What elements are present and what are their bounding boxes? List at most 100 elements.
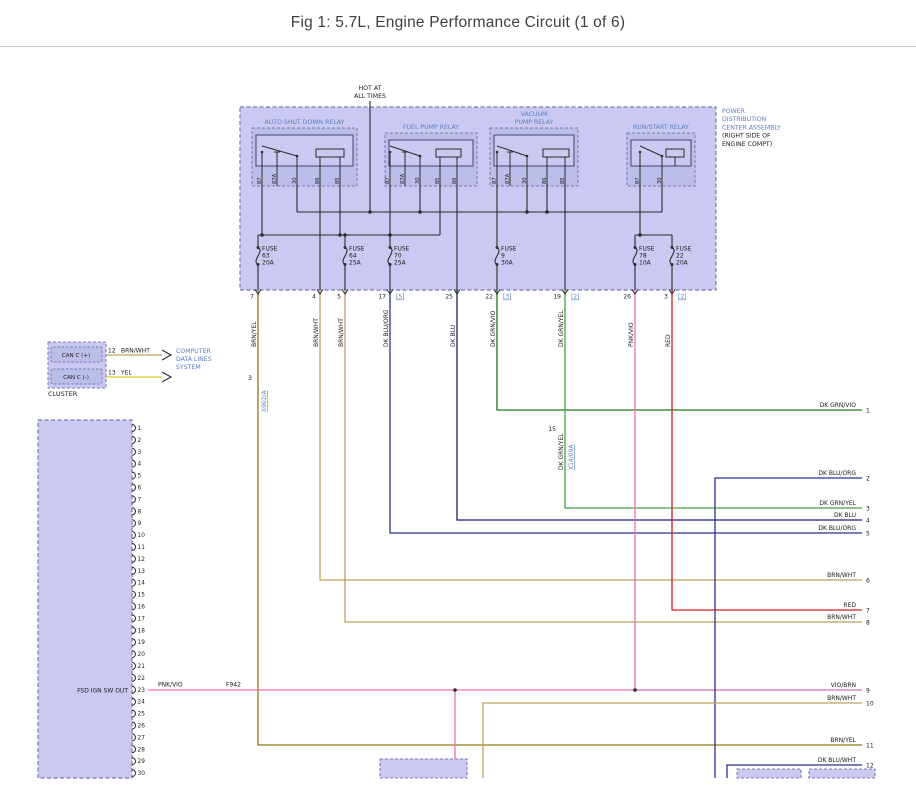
junction-dot — [639, 151, 642, 154]
connector-ref[interactable]: [2] — [678, 294, 687, 301]
left-pin-number: 17 — [138, 616, 146, 622]
left-pin-number: 30 — [138, 771, 146, 777]
cluster-name: CLUSTER — [48, 390, 78, 398]
right-wire-label: VIO/BRN — [831, 682, 856, 689]
wire-color-label: BRN/WHT — [338, 318, 345, 347]
fuse-label: FUSE — [501, 246, 517, 253]
exit-pin-number: 19 — [553, 294, 561, 301]
relay-pin-number: 87A — [272, 173, 278, 184]
connector-ref[interactable]: [5] — [396, 294, 405, 301]
cluster-pin-number: 13 — [108, 370, 116, 377]
left-pin-number: 2 — [138, 438, 142, 444]
junction-dot — [545, 210, 549, 214]
relay-pin-number: 87 — [635, 177, 641, 184]
wire-brn-wht — [483, 703, 862, 778]
relay-pin-number: 86 — [452, 177, 458, 184]
fuse-label: 78 — [639, 253, 647, 260]
right-pin-number: 5 — [866, 531, 870, 538]
junction-dot — [389, 151, 392, 154]
relay-inner-box — [256, 135, 353, 166]
relay-pin-number: 30 — [292, 177, 298, 184]
relay-pin-number: 85 — [435, 177, 441, 184]
left-pin-number: 28 — [138, 747, 146, 753]
junction-dot — [633, 688, 637, 692]
left-pin-number: 1 — [138, 426, 142, 432]
right-wire-label: DK GRN/VIO — [820, 402, 857, 409]
right-wire-label: DK BLU/ORG — [818, 525, 856, 532]
cluster-pin-number: 12 — [108, 348, 116, 355]
junction-dot — [418, 210, 422, 214]
left-pin-number: 7 — [138, 497, 142, 503]
left-pin-number: 29 — [138, 759, 146, 765]
right-wire-label: DK GRN/YEL — [819, 500, 856, 507]
left-pin-number: 20 — [138, 652, 146, 658]
wire-color-label: DK GRN/VIO — [490, 310, 497, 347]
junction-dot — [368, 210, 372, 214]
right-wire-label: RED — [843, 602, 856, 609]
relay-pin-number: 87A — [505, 173, 511, 184]
pdc-label: (RIGHT SIDE OF — [722, 133, 771, 140]
right-pin-number: 1 — [866, 408, 870, 415]
left-pin-number: 14 — [138, 581, 146, 587]
exit-pin-number: 22 — [485, 294, 493, 301]
left-pin-number: 8 — [138, 509, 142, 515]
exit-pin-number: 5 — [337, 294, 341, 301]
left-pin-number: 15 — [138, 593, 146, 599]
wire-color-label: PNK/VIO — [158, 681, 183, 688]
pdc-label: ENGINE COMPT) — [722, 141, 772, 148]
right-wire-label: DK BLU — [834, 512, 856, 519]
connector-ref[interactable]: [3] — [503, 294, 512, 301]
relay-pin-number: 87 — [257, 177, 263, 184]
fuse-label: 30A — [501, 260, 514, 267]
wire-dk-grn-vio — [497, 290, 862, 410]
connector-ref[interactable]: [2] — [571, 294, 580, 301]
figure-title: Fig 1: 5.7L, Engine Performance Circuit … — [291, 14, 625, 32]
fsd-ign-sw-out-label: FSD IGN SW OUT — [77, 687, 128, 694]
junction-dot — [388, 233, 392, 237]
right-wire-label: BRN/WHT — [827, 614, 856, 621]
junction-dot — [496, 151, 499, 154]
fuse-label: 20A — [676, 260, 689, 267]
relay-label: FUEL PUMP RELAY — [403, 124, 459, 131]
inline-connector-ref[interactable]: X14/09A — [568, 444, 575, 470]
relay-pin-number: 87 — [492, 177, 498, 184]
wiring-diagram-svg: POWERDISTRIBUTIONCENTER ASSEMBLY(RIGHT S… — [0, 0, 916, 797]
left-pin-number: 25 — [138, 712, 146, 718]
relay-pin-number: 30 — [657, 177, 663, 184]
junction-dot — [453, 688, 457, 692]
exit-pin-number: 17 — [378, 294, 386, 301]
relay-pin-number: 30 — [522, 177, 528, 184]
connector-id-label: F942 — [226, 681, 241, 688]
relay-label: RUN/START RELAY — [633, 124, 689, 131]
wire-color-label: YEL — [120, 370, 132, 377]
exit-pin-number: 26 — [623, 294, 631, 301]
fuse-label: FUSE — [394, 246, 410, 253]
relay-inner-box — [389, 140, 473, 166]
splice-cavity-number: 15 — [548, 426, 556, 433]
relay-pin-number: 87 — [385, 177, 391, 184]
wire-color-label: RED — [665, 334, 672, 347]
left-pin-number: 4 — [138, 462, 142, 468]
right-pin-number: 4 — [866, 518, 870, 525]
fuse-label: 25A — [349, 260, 362, 267]
hot-at-all-times-label: ALL TIMES — [354, 93, 386, 100]
right-pin-number: 9 — [866, 688, 870, 695]
wire-red — [672, 290, 862, 610]
wire-brn-wht — [320, 290, 862, 580]
junction-dot — [343, 233, 347, 237]
splice-cavity-number: 3 — [248, 375, 252, 382]
left-connector-box — [38, 420, 132, 778]
relay-pin-number: 85 — [335, 177, 341, 184]
left-pin-number: 12 — [138, 557, 146, 563]
exit-pin-number: 3 — [664, 294, 668, 301]
fuse-label: 63 — [262, 253, 270, 260]
computer-data-lines-label: SYSTEM — [176, 364, 201, 371]
junction-dot — [338, 233, 342, 237]
left-pin-number: 24 — [138, 700, 146, 706]
relay-pin-number: 30 — [415, 177, 421, 184]
pdc-label: CENTER ASSEMBLY — [722, 124, 781, 131]
cluster-pin-label: CAN C (+) — [62, 353, 90, 359]
left-pin-number: 13 — [138, 569, 146, 575]
inline-connector-ref[interactable]: X902/A — [261, 389, 268, 412]
relay-pin-number: 85 — [560, 177, 566, 184]
